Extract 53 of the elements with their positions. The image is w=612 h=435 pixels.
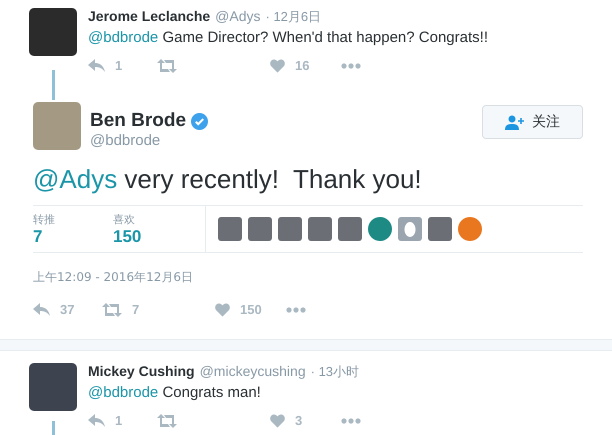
- add-user-icon: [505, 114, 524, 130]
- retweet-icon: [102, 302, 122, 316]
- user-name: Ben Brode: [90, 110, 186, 132]
- stat-label: 转推: [33, 212, 56, 226]
- reply-icon: [88, 58, 105, 72]
- tweet-text: @bdbrode Game Director? When'd that happen? Congrats!!: [88, 29, 489, 46]
- user-handle: @bdbrode: [90, 132, 160, 149]
- photo-placeholder[interactable]: [308, 217, 332, 241]
- retweet-button[interactable]: 7: [102, 302, 215, 317]
- tweet-time: · 12月6日: [266, 8, 322, 26]
- follow-button[interactable]: 关注: [482, 105, 583, 139]
- photo-placeholder[interactable]: [278, 217, 302, 241]
- tweet-time: · 13小时: [310, 363, 360, 381]
- photo-placeholder[interactable]: [248, 217, 272, 241]
- user-name: Jerome Leclanche: [88, 8, 210, 24]
- reply-button[interactable]: 1: [88, 58, 157, 73]
- tweet-text: @bdbrode Congrats man!: [88, 384, 262, 401]
- more-icon: [286, 306, 306, 312]
- reply-icon: [88, 414, 105, 428]
- like-button[interactable]: 3: [270, 413, 341, 428]
- heart-icon: [215, 302, 230, 316]
- stat-count[interactable]: 150: [113, 226, 193, 246]
- logo-avatar-icon[interactable]: [368, 217, 392, 241]
- user-name: Mickey Cushing: [88, 363, 195, 379]
- user-handle: @mickeycushing: [200, 363, 306, 379]
- retweet-icon: [157, 414, 177, 428]
- like-button[interactable]: 16: [270, 58, 341, 73]
- heart-icon: [270, 414, 285, 428]
- user-handle: @Adys: [215, 8, 261, 24]
- stat-count[interactable]: 7: [33, 226, 113, 246]
- reply-button[interactable]: 1: [88, 413, 157, 428]
- avatar-placeholder: [29, 8, 77, 56]
- tweet-text: @Adys very recently! Thank you!: [33, 164, 423, 195]
- photo-placeholder[interactable]: [428, 217, 452, 241]
- heart-icon: [270, 58, 285, 72]
- photo-placeholder[interactable]: [338, 217, 362, 241]
- reply-button[interactable]: 37: [33, 302, 102, 317]
- tweet-timestamp: 上午12:09 - 2016年12月6日: [33, 269, 194, 286]
- thread-line: [52, 70, 54, 100]
- avatar-placeholder: [29, 363, 77, 411]
- mention-link[interactable]: @Adys: [33, 164, 118, 194]
- avatar-placeholder: [33, 102, 81, 150]
- more-icon: [341, 418, 361, 424]
- egg-avatar-icon[interactable]: [398, 217, 422, 241]
- mention-link[interactable]: @bdbrode: [88, 29, 158, 46]
- logo-avatar-icon[interactable]: [458, 217, 482, 241]
- mention-link[interactable]: @bdbrode: [88, 384, 158, 401]
- more-icon: [341, 62, 361, 68]
- stat-label: 喜欢: [113, 212, 136, 226]
- retweet-icon: [157, 58, 177, 72]
- like-button[interactable]: 150: [215, 302, 286, 317]
- photo-placeholder[interactable]: [218, 217, 242, 241]
- reply-icon: [33, 302, 50, 316]
